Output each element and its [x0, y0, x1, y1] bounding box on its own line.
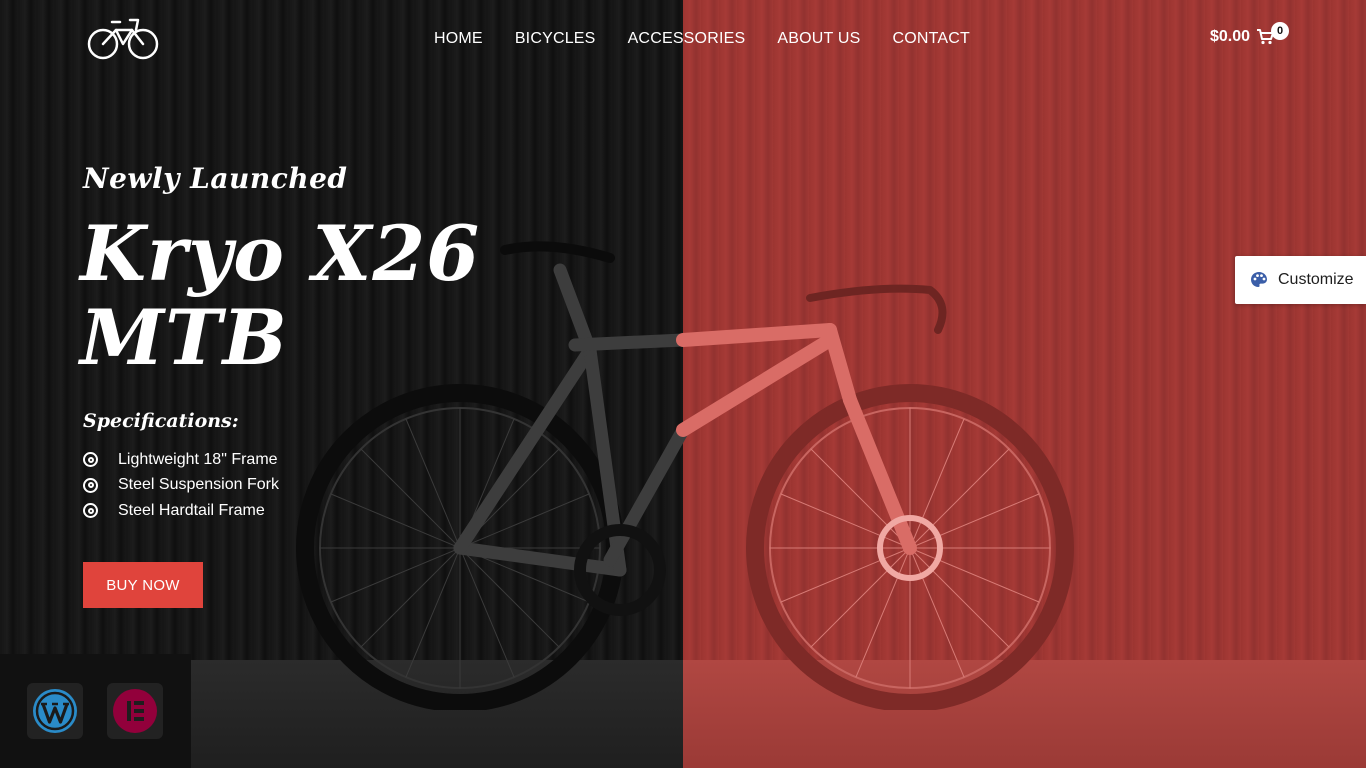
elementor-icon [113, 689, 157, 733]
builder-badges [0, 654, 191, 768]
nav-about-us[interactable]: ABOUT US [777, 30, 860, 48]
spec-item: Lightweight 18" Frame [83, 447, 279, 473]
specs-list: Lightweight 18" Frame Steel Suspension F… [83, 447, 279, 524]
target-bullet-icon [83, 477, 98, 493]
specs-heading: Specifications: [83, 410, 239, 432]
spec-item: Steel Suspension Fork [83, 473, 279, 499]
elementor-button[interactable] [107, 683, 163, 739]
cart-button[interactable]: $0.00 [1210, 28, 1275, 46]
hero-eyebrow: Newly Launched [83, 162, 348, 195]
customize-label: Customize [1278, 271, 1354, 288]
hero-title-line-1: Kryo X26 [80, 209, 481, 298]
cart-count-badge: 0 [1271, 22, 1289, 40]
nav-contact[interactable]: CONTACT [892, 30, 970, 48]
main-nav: HOME BICYCLES ACCESSORIES ABOUT US CONTA… [434, 30, 970, 48]
spec-label: Lightweight 18" Frame [118, 450, 278, 468]
nav-accessories[interactable]: ACCESSORIES [628, 30, 746, 48]
hero-title: Kryo X26 MTB [80, 212, 480, 380]
wordpress-icon [33, 689, 77, 733]
nav-home[interactable]: HOME [434, 30, 483, 48]
target-bullet-icon [83, 452, 98, 468]
nav-bicycles[interactable]: BICYCLES [515, 30, 596, 48]
customize-button[interactable]: Customize [1235, 256, 1366, 304]
palette-icon [1251, 272, 1267, 287]
target-bullet-icon [83, 503, 98, 519]
bicycle-logo-icon[interactable] [86, 14, 160, 64]
spec-label: Steel Suspension Fork [118, 476, 279, 494]
wordpress-button[interactable] [27, 683, 83, 739]
hero-section: HOME BICYCLES ACCESSORIES ABOUT US CONTA… [0, 0, 1366, 768]
hero-title-line-2: MTB [80, 293, 288, 382]
buy-now-button[interactable]: BUY NOW [83, 562, 203, 608]
cart-total: $0.00 [1210, 28, 1251, 45]
spec-item: Steel Hardtail Frame [83, 498, 279, 524]
spec-label: Steel Hardtail Frame [118, 501, 265, 519]
